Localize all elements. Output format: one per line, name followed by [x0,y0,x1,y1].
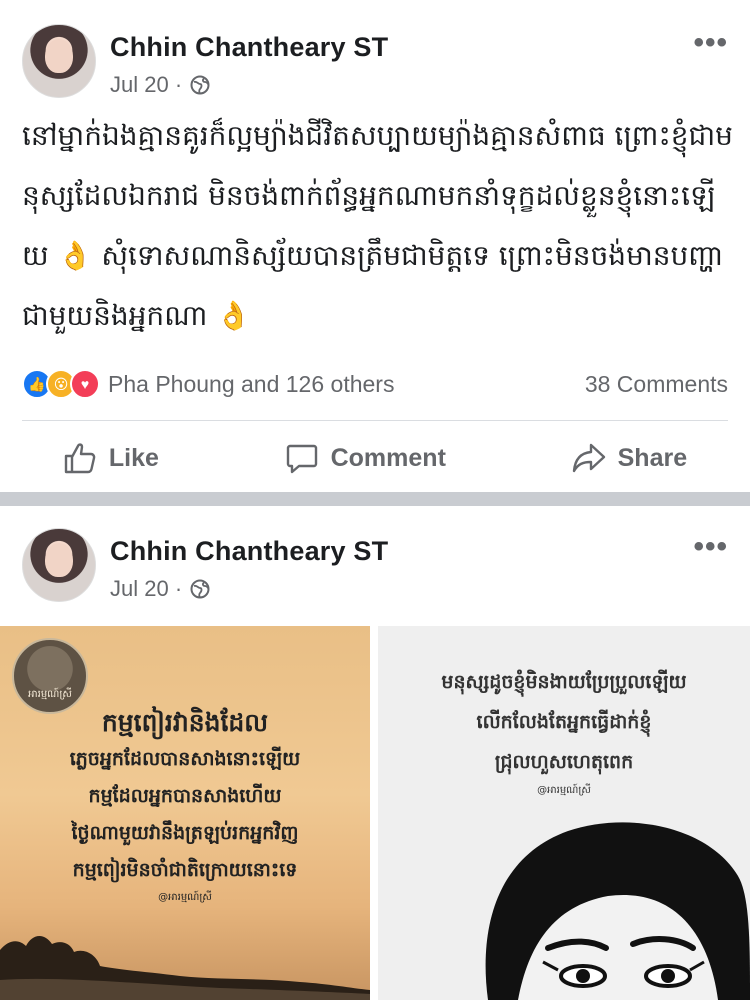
author-avatar[interactable] [22,24,96,98]
post-meta: Jul 20 · [110,576,210,602]
comments-count[interactable]: 38 Comments [585,371,728,398]
comment-icon [286,444,317,474]
share-label: Share [617,443,688,472]
reactions-link[interactable]: 👍 😮 ♥ Pha Phoung and 126 others [22,369,394,399]
like-label: Like [108,443,159,472]
quote-line: កម្មពៀរមិនចាំជាតិក្រោយនោះទេ [72,859,298,881]
post-1: Chhin Chantheary ST Jul 20 · ••• នៅម្នាក… [0,0,750,492]
reactions-summary: 👍 😮 ♥ Pha Phoung and 126 others 38 Comme… [22,364,728,404]
tree-silhouette [0,935,370,1000]
more-options-icon[interactable]: ••• [693,26,728,60]
post-image-grid: អារម្មណ៍ស្រី កម្មពៀរវានិងដែល ភ្លេចអ្នកដែ… [0,626,750,1000]
quote-line: កម្មពៀរវានិងដែល [101,708,269,737]
author-name[interactable]: Chhin Chantheary ST [110,536,388,567]
reactions-count: Pha Phoung and 126 others [108,370,395,397]
post-text: នៅម្នាក់ឯងគ្មានគូរក៏ល្អម្យ៉ាងជីវិតសប្បាយ… [22,119,733,332]
woman-illustration [485,822,750,1000]
author-name[interactable]: Chhin Chantheary ST [110,32,388,63]
globe-icon [190,579,210,599]
like-icon [64,443,96,474]
comment-label: Comment [330,443,446,472]
share-button[interactable]: Share [572,441,687,475]
more-options-icon[interactable]: ••• [693,530,728,564]
quote-line: ថ្ងៃណាមួយវានឹងត្រឡប់រកអ្នកវិញ [71,822,299,844]
feed-separator [0,492,750,506]
post-meta: Jul 20 · [110,72,210,98]
logo-badge: អារម្មណ៍ស្រី [12,638,88,714]
logo-text: អារម្មណ៍ស្រី [28,689,72,700]
post-image-left[interactable]: អារម្មណ៍ស្រី កម្មពៀរវានិងដែល ភ្លេចអ្នកដែ… [0,626,370,1000]
quote-line: ភ្លេចអ្នកដែលបានសាងនោះឡើយ [69,748,301,770]
divider [22,420,728,421]
love-reaction-icon: ♥ [70,369,100,399]
globe-icon [190,75,210,95]
quote-line: កម្មដែលអ្នកបានសាងហើយ [88,785,282,807]
reaction-icons: 👍 😮 ♥ [22,369,100,399]
quote-text-left: កម្មពៀរវានិងដែល ភ្លេចអ្នកដែលបានសាងនោះឡើយ… [0,704,370,907]
post-actions: Like Comment Share [0,432,750,484]
author-avatar[interactable] [22,528,96,602]
comment-button[interactable]: Comment [285,441,446,475]
share-icon [572,443,605,473]
post-date[interactable]: Jul 20 · [110,576,182,602]
post-date[interactable]: Jul 20 · [110,72,182,98]
post-image-right[interactable]: មនុស្សដូចខ្ញុំមិនងាយប្រែប្រួលឡើយ លើកលែងត… [378,626,750,1000]
like-button[interactable]: Like [63,441,159,475]
quote-handle: @អារម្មណ៍ស្រី [158,892,212,903]
